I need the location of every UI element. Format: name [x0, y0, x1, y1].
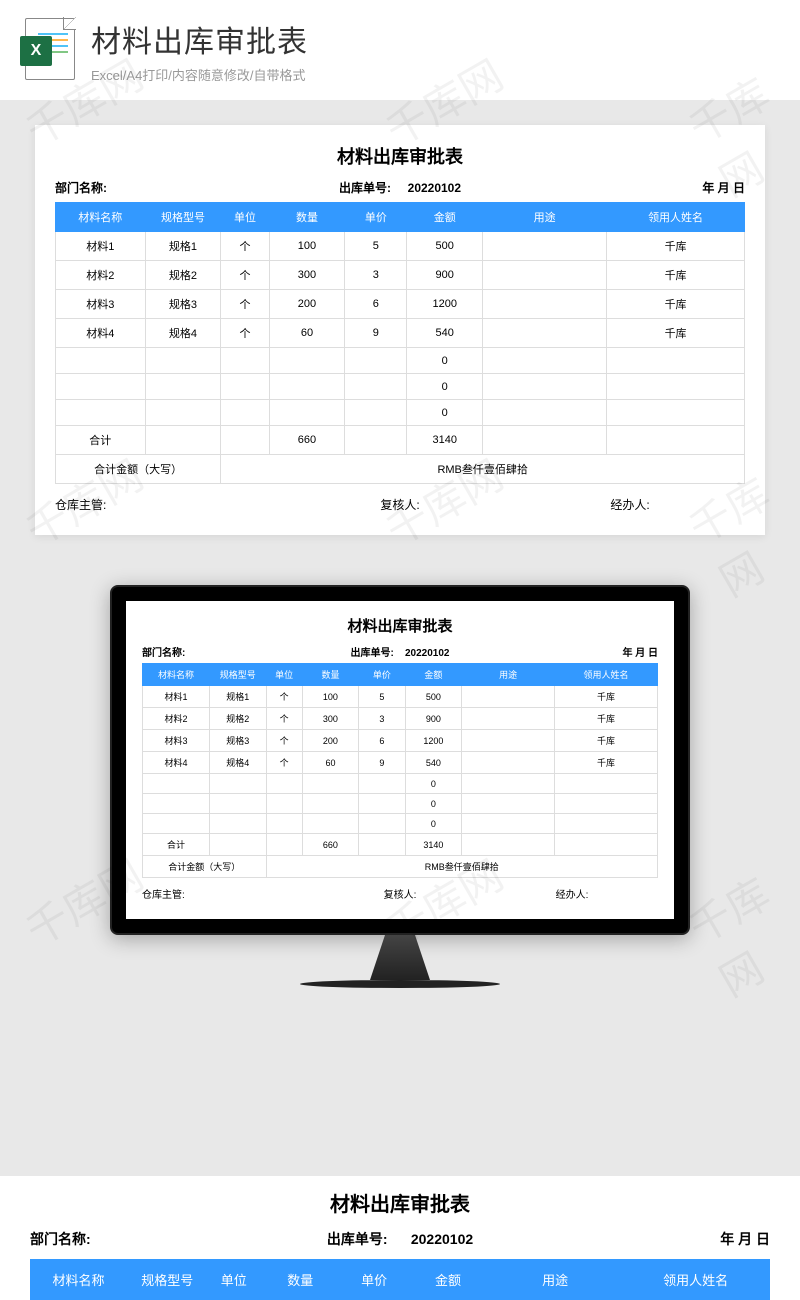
date-label: 年 月 日: [523, 1229, 770, 1249]
bottom-preview-strip: 材料出库审批表 部门名称: 出库单号: 20220102 年 月 日 材料名称规…: [0, 1176, 800, 1300]
page-header: X 材料出库审批表 Excel/A4打印/内容随意修改/自带格式: [0, 0, 800, 100]
form-title: 材料出库审批表: [142, 615, 658, 636]
materials-table: 材料名称规格型号单位数量单价金额用途领用人姓名 材料1规格1个1005500千库…: [142, 663, 658, 878]
order-value: 20220102: [408, 181, 461, 195]
table-row: 0: [56, 374, 745, 400]
table-row: 材料4规格4个609540千库: [143, 752, 658, 774]
watermark: 千库网: [676, 853, 800, 1009]
column-header: 用途: [489, 1260, 622, 1300]
column-header: 材料名称: [143, 664, 210, 686]
reviewer-label: 复核人:: [285, 496, 515, 513]
date-label: 年 月 日: [515, 179, 745, 196]
column-header: 规格型号: [145, 203, 221, 232]
column-header: 单价: [345, 203, 407, 232]
column-header: 规格型号: [127, 1260, 208, 1300]
column-header: 材料名称: [56, 203, 146, 232]
column-header: 数量: [302, 664, 359, 686]
total-row: 合计6603140: [143, 834, 658, 856]
column-header: 数量: [260, 1260, 341, 1300]
warehouse-label: 仓库主管:: [55, 496, 285, 513]
column-header: 数量: [269, 203, 345, 232]
excel-file-icon: X: [20, 18, 75, 83]
amount-caps-row: 合计金额（大写）RMB叁仟壹佰肆拾: [143, 856, 658, 878]
date-label: 年 月 日: [486, 644, 658, 659]
column-header: 用途: [483, 203, 607, 232]
table-row: 0: [143, 794, 658, 814]
dept-label: 部门名称:: [55, 179, 285, 196]
table-row: 材料4规格4个609540千库: [56, 319, 745, 348]
form-title: 材料出库审批表: [30, 1188, 770, 1217]
handler-label: 经办人:: [515, 496, 745, 513]
column-header: 单价: [359, 664, 405, 686]
table-row: 材料2规格2个3003900千库: [143, 708, 658, 730]
table-row: 0: [143, 774, 658, 794]
column-header: 金额: [407, 1260, 488, 1300]
page-subtitle: Excel/A4打印/内容随意修改/自带格式: [91, 65, 780, 84]
table-row: 材料3规格3个20061200千库: [56, 290, 745, 319]
column-header: 单位: [221, 203, 269, 232]
dept-label: 部门名称:: [30, 1229, 277, 1249]
form-title: 材料出库审批表: [55, 143, 745, 169]
column-header: 金额: [405, 664, 462, 686]
table-row: 0: [56, 400, 745, 426]
column-header: 单位: [208, 1260, 260, 1300]
table-row: 材料1规格1个1005500千库: [56, 232, 745, 261]
materials-table: 材料名称规格型号单位数量单价金额用途领用人姓名: [30, 1259, 770, 1300]
column-header: 材料名称: [31, 1260, 127, 1300]
column-header: 领用人姓名: [554, 664, 657, 686]
total-row: 合计6603140: [56, 426, 745, 455]
template-preview-card: 材料出库审批表 部门名称: 出库单号: 20220102 年 月 日 材料名称规…: [35, 125, 765, 535]
column-header: 单位: [266, 664, 302, 686]
page-title: 材料出库审批表: [91, 17, 780, 61]
column-header: 金额: [407, 203, 483, 232]
column-header: 用途: [462, 664, 555, 686]
table-row: 0: [143, 814, 658, 834]
order-label: 出库单号:: [339, 181, 391, 195]
column-header: 规格型号: [209, 664, 266, 686]
column-header: 单价: [341, 1260, 408, 1300]
table-row: 材料3规格3个20061200千库: [143, 730, 658, 752]
table-row: 材料1规格1个1005500千库: [143, 686, 658, 708]
table-row: 0: [56, 348, 745, 374]
table-row: 材料2规格2个3003900千库: [56, 261, 745, 290]
dept-label: 部门名称:: [142, 644, 314, 659]
monitor-mockup: 材料出库审批表 部门名称: 出库单号: 20220102 年 月 日 材料名称规…: [110, 585, 690, 988]
column-header: 领用人姓名: [607, 203, 745, 232]
materials-table: 材料名称规格型号单位数量单价金额用途领用人姓名 材料1规格1个1005500千库…: [55, 202, 745, 484]
amount-caps-row: 合计金额（大写）RMB叁仟壹佰肆拾: [56, 455, 745, 484]
column-header: 领用人姓名: [622, 1260, 770, 1300]
